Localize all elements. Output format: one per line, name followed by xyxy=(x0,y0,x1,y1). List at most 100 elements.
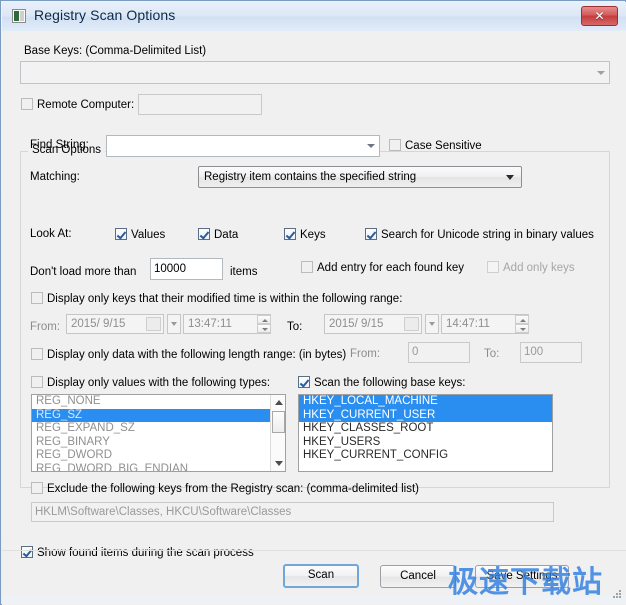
unicode-search-checkbox[interactable]: Search for Unicode string in binary valu… xyxy=(365,228,594,241)
checkbox-box xyxy=(284,228,296,240)
scan-base-keys-checkbox[interactable]: Scan the following base keys: xyxy=(298,376,466,389)
checkbox-box xyxy=(487,261,499,273)
length-range-label: Display only data with the following len… xyxy=(47,349,347,361)
close-button[interactable]: ✕ xyxy=(581,6,618,26)
list-item[interactable]: HKEY_CURRENT_CONFIG xyxy=(299,449,552,463)
case-sensitive-checkbox[interactable]: Case Sensitive xyxy=(389,139,482,152)
list-item[interactable]: REG_SZ xyxy=(32,408,285,422)
length-from-value: 0 xyxy=(412,346,419,358)
add-entry-each-key-checkbox[interactable]: Add entry for each found key xyxy=(301,261,464,274)
load-limit-value: 10000 xyxy=(154,263,186,275)
to-date-label: To: xyxy=(287,321,303,333)
to-date-picker[interactable]: 2015/ 9/15 xyxy=(324,314,422,334)
chevron-down-icon xyxy=(429,322,435,326)
close-icon: ✕ xyxy=(594,9,605,23)
look-at-label: Look At: xyxy=(30,228,72,240)
from-time-spinner[interactable] xyxy=(257,315,271,333)
calendar-icon xyxy=(404,317,419,331)
to-time-spinner[interactable] xyxy=(515,315,529,333)
spinner-down-icon[interactable] xyxy=(257,324,271,333)
add-entry-each-key-label: Add entry for each found key xyxy=(317,262,465,274)
value-types-listbox[interactable]: REG_NONE REG_SZ REG_EXPAND_SZ REG_BINARY… xyxy=(31,394,286,472)
checkbox-box xyxy=(115,228,127,240)
status-strip xyxy=(3,596,626,604)
from-date-label: From: xyxy=(30,321,61,333)
length-to-label: To: xyxy=(484,348,500,360)
remote-computer-input[interactable] xyxy=(138,94,262,115)
add-only-keys-checkbox: Add only keys xyxy=(487,261,575,274)
chevron-down-icon xyxy=(597,70,605,75)
base-keys-combo[interactable] xyxy=(20,61,610,84)
length-to-input[interactable]: 100 xyxy=(520,342,582,363)
dialog-body: Base Keys: (Comma-Delimited List) Remote… xyxy=(2,31,626,605)
chevron-down-icon xyxy=(367,144,375,148)
chevron-down-icon xyxy=(171,322,177,326)
save-settings-button[interactable]: Save Settings xyxy=(475,565,569,588)
title-bar[interactable]: Registry Scan Options ✕ xyxy=(2,2,626,32)
list-item[interactable]: REG_DWORD xyxy=(32,449,285,463)
case-sensitive-label: Case Sensitive xyxy=(405,140,482,152)
look-at-data-label: Data xyxy=(214,229,239,241)
exclude-keys-value: HKLM\Software\Classes, HKCU\Software\Cla… xyxy=(35,506,292,518)
list-item[interactable]: HKEY_USERS xyxy=(299,436,552,450)
modified-time-range-checkbox[interactable]: Display only keys that their modified ti… xyxy=(31,292,402,305)
look-at-data-checkbox[interactable]: Data xyxy=(198,228,238,241)
exclude-keys-input[interactable]: HKLM\Software\Classes, HKCU\Software\Cla… xyxy=(31,502,554,522)
cancel-button[interactable]: Cancel xyxy=(380,565,456,588)
look-at-keys-checkbox[interactable]: Keys xyxy=(284,228,326,241)
show-found-items-label: Show found items during the scan process xyxy=(37,547,254,559)
scan-button[interactable]: Scan xyxy=(283,564,359,588)
list-item[interactable]: HKEY_CLASSES_ROOT xyxy=(299,422,552,436)
find-string-combo[interactable] xyxy=(106,135,380,157)
checkbox-box xyxy=(301,261,313,273)
spinner-down-icon[interactable] xyxy=(515,324,529,333)
list-item[interactable]: REG_NONE xyxy=(32,395,285,409)
scan-base-keys-label: Scan the following base keys: xyxy=(314,377,466,389)
spinner-up-icon[interactable] xyxy=(257,315,271,324)
from-date-picker[interactable]: 2015/ 9/15 xyxy=(66,314,164,334)
display-value-types-checkbox[interactable]: Display only values with the following t… xyxy=(31,376,270,389)
vertical-scrollbar[interactable] xyxy=(270,395,285,471)
from-time-value: 13:47:11 xyxy=(188,318,232,330)
resize-grip-icon[interactable] xyxy=(610,589,623,602)
checkbox-box xyxy=(31,348,43,360)
length-to-value: 100 xyxy=(524,346,544,358)
scroll-up-icon[interactable] xyxy=(271,395,285,410)
exclude-keys-checkbox[interactable]: Exclude the following keys from the Regi… xyxy=(31,482,419,495)
list-item[interactable]: HKEY_CURRENT_USER xyxy=(299,408,552,422)
from-date-dropdown[interactable] xyxy=(167,314,181,334)
base-keys-listbox[interactable]: HKEY_LOCAL_MACHINE HKEY_CURRENT_USER HKE… xyxy=(298,394,553,472)
list-item[interactable]: REG_EXPAND_SZ xyxy=(32,422,285,436)
remote-computer-checkbox[interactable]: Remote Computer: xyxy=(21,98,134,111)
registry-icon xyxy=(12,9,26,23)
spinner-up-icon[interactable] xyxy=(515,315,529,324)
remote-computer-label: Remote Computer: xyxy=(37,99,135,111)
save-settings-button-label: Save Settings xyxy=(486,570,558,582)
look-at-keys-label: Keys xyxy=(300,229,326,241)
list-item[interactable]: REG_BINARY xyxy=(32,436,285,450)
list-item[interactable]: HKEY_LOCAL_MACHINE xyxy=(299,395,552,409)
registry-scan-options-dialog: Registry Scan Options ✕ Base Keys: (Comm… xyxy=(0,0,626,605)
show-found-items-checkbox[interactable]: Show found items during the scan process xyxy=(21,546,254,559)
matching-combo[interactable]: Registry item contains the specified str… xyxy=(198,166,522,188)
look-at-values-checkbox[interactable]: Values xyxy=(115,228,165,241)
list-item[interactable]: REG_DWORD_BIG_ENDIAN xyxy=(32,463,285,472)
checkbox-box xyxy=(31,376,43,388)
checkbox-box xyxy=(389,139,401,151)
length-range-checkbox[interactable]: Display only data with the following len… xyxy=(31,348,346,361)
load-limit-input[interactable]: 10000 xyxy=(150,258,223,280)
to-date-value: 2015/ 9/15 xyxy=(329,318,384,330)
checkbox-box xyxy=(31,482,43,494)
add-only-keys-label: Add only keys xyxy=(503,262,575,274)
chevron-down-icon xyxy=(506,175,514,180)
footer-divider xyxy=(2,550,626,551)
matching-label: Matching: xyxy=(30,171,80,183)
scrollbar-thumb[interactable] xyxy=(272,411,285,433)
cancel-button-label: Cancel xyxy=(400,570,436,582)
scroll-down-icon[interactable] xyxy=(271,456,285,471)
to-time-value: 14:47:11 xyxy=(446,318,490,330)
calendar-icon xyxy=(146,317,161,331)
scan-button-label: Scan xyxy=(307,569,335,581)
length-from-input[interactable]: 0 xyxy=(408,342,470,363)
to-date-dropdown[interactable] xyxy=(425,314,439,334)
